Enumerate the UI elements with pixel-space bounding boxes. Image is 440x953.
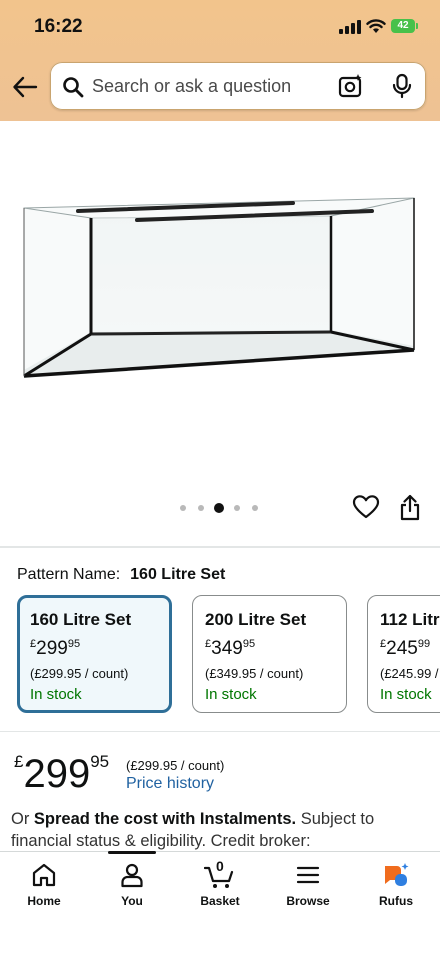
basket-count-badge: 0 bbox=[216, 858, 224, 874]
price-whole: 299 bbox=[23, 752, 91, 796]
nav-label: Browse bbox=[286, 894, 330, 908]
pattern-label-text: Pattern Name: bbox=[17, 566, 121, 583]
pattern-options: 160 Litre Set £29995 (£299.95 / count) I… bbox=[0, 594, 440, 718]
nav-browse[interactable]: Browse bbox=[268, 852, 348, 922]
option-price-whole: 299 bbox=[36, 638, 68, 659]
nav-label: Home bbox=[27, 894, 61, 908]
option-200-litre-set[interactable]: 200 Litre Set £34995 (£349.95 / count) I… bbox=[192, 595, 347, 713]
share-icon[interactable] bbox=[398, 494, 422, 522]
nav-label: Rufus bbox=[379, 894, 413, 908]
option-price-whole: 245 bbox=[386, 638, 418, 659]
option-price: £24599 bbox=[380, 638, 430, 660]
cellular-signal-icon bbox=[339, 20, 361, 34]
nav-home[interactable]: Home bbox=[4, 852, 84, 922]
option-stock-status: In stock bbox=[380, 686, 432, 703]
home-icon bbox=[32, 863, 56, 887]
carousel-dot[interactable] bbox=[252, 505, 258, 511]
carousel-dot[interactable] bbox=[180, 505, 186, 511]
status-time: 16:22 bbox=[34, 16, 83, 37]
option-name: 200 Litre Set bbox=[205, 610, 307, 629]
menu-icon bbox=[296, 866, 320, 884]
microphone-icon[interactable] bbox=[391, 73, 413, 99]
active-tab-indicator bbox=[108, 851, 156, 854]
option-price-fraction: 95 bbox=[242, 638, 256, 650]
camera-lens-icon[interactable] bbox=[338, 73, 364, 99]
heart-icon[interactable] bbox=[352, 494, 380, 520]
nav-label: You bbox=[121, 894, 143, 908]
section-divider bbox=[0, 546, 440, 548]
wifi-icon bbox=[366, 19, 386, 33]
option-112-litre-set[interactable]: 112 Litre Set £24599 (£245.99 / count) I… bbox=[367, 595, 440, 713]
option-160-litre-set[interactable]: 160 Litre Set £29995 (£299.95 / count) I… bbox=[17, 595, 172, 713]
section-divider bbox=[0, 731, 440, 732]
option-unit-price: (£299.95 / count) bbox=[30, 666, 129, 681]
option-stock-status: In stock bbox=[30, 686, 82, 703]
search-bar[interactable] bbox=[50, 62, 426, 110]
rufus-icon bbox=[385, 863, 409, 886]
instalments-prefix: Or bbox=[11, 810, 34, 828]
nav-basket[interactable]: 0 Basket bbox=[180, 852, 260, 922]
header: 16:22 42 bbox=[0, 0, 440, 121]
main-unit-price: (£299.95 / count) bbox=[126, 758, 225, 773]
pattern-name-label: Pattern Name: 160 Litre Set bbox=[17, 566, 225, 584]
nav-label: Basket bbox=[200, 894, 240, 908]
instalments-text: Or Spread the cost with Instalments. Sub… bbox=[11, 808, 431, 852]
carousel-dot-active[interactable] bbox=[214, 503, 224, 513]
back-arrow-icon[interactable] bbox=[12, 74, 38, 100]
main-price: £29995 bbox=[14, 752, 109, 797]
option-price-fraction: 99 bbox=[417, 638, 431, 650]
instalments-link[interactable]: Spread the cost with Instalments. bbox=[34, 810, 296, 828]
carousel-dot[interactable] bbox=[198, 505, 204, 511]
person-icon bbox=[121, 863, 143, 888]
battery-indicator: 42 bbox=[391, 19, 418, 33]
status-bar: 16:22 42 bbox=[0, 0, 440, 52]
product-image[interactable] bbox=[0, 121, 440, 491]
bottom-nav: Home You 0 Basket Browse Rufus bbox=[0, 851, 440, 953]
option-price: £29995 bbox=[30, 638, 80, 660]
option-price-fraction: 95 bbox=[67, 638, 81, 650]
price-history-link[interactable]: Price history bbox=[126, 775, 214, 793]
option-name: 160 Litre Set bbox=[30, 610, 132, 629]
option-unit-price: (£349.95 / count) bbox=[205, 666, 304, 681]
price-fraction: 95 bbox=[90, 752, 110, 771]
image-carousel-dots[interactable] bbox=[180, 503, 262, 513]
carousel-dot[interactable] bbox=[234, 505, 240, 511]
option-unit-price: (£245.99 / count) bbox=[380, 666, 440, 681]
nav-you[interactable]: You bbox=[92, 852, 172, 922]
nav-rufus[interactable]: Rufus bbox=[356, 852, 436, 922]
option-stock-status: In stock bbox=[205, 686, 257, 703]
option-price-whole: 349 bbox=[211, 638, 243, 659]
search-input[interactable] bbox=[92, 62, 332, 110]
search-icon bbox=[63, 77, 84, 98]
pattern-value: 160 Litre Set bbox=[130, 566, 226, 583]
option-price: £34995 bbox=[205, 638, 255, 660]
option-name: 112 Litre Set bbox=[380, 610, 440, 629]
